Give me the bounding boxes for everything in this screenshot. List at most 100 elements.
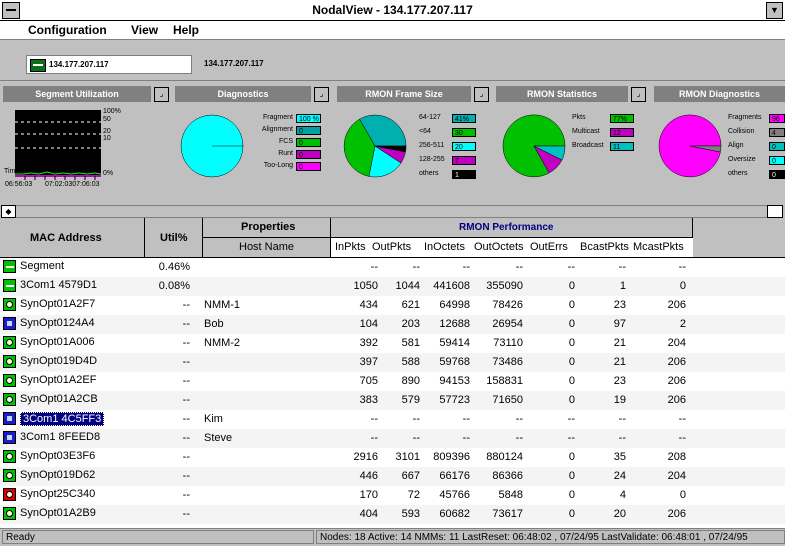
util-value: -- — [182, 356, 190, 368]
scroll-left-button[interactable]: ◆ — [1, 205, 16, 218]
bcast-value: -- — [618, 261, 626, 273]
mac-address: SynOpt0124A4 — [20, 317, 95, 329]
table-row[interactable]: SynOpt25C340 -- 170 72 45766 5848 0 4 0 — [0, 486, 785, 505]
table-row[interactable]: SynOpt01A2B9 -- 404 593 60682 73617 0 20 206 — [0, 505, 785, 524]
legend-align: Align 0 — [728, 142, 785, 152]
table-row[interactable]: SynOpt01A006 -- NMM-2 392 581 59414 73110 0 21 20… — [0, 334, 785, 353]
scroll-track[interactable] — [16, 205, 767, 218]
outerrs-value: 0 — [568, 356, 575, 368]
legend-256-511: 256-511 20 — [419, 142, 489, 152]
rmon-statistics-panel: RMON Statistics ⌟ Pkts 77% Multicast 12 … — [496, 86, 648, 193]
menu-bar: Configuration View Help — [0, 21, 785, 40]
table-row[interactable]: 3Com1 8FEED8 -- Steve -- -- -- -- -- -- -- — [0, 429, 785, 448]
bcast-value: 4 — [619, 489, 626, 501]
mac-address: SynOpt01A2F7 — [20, 298, 96, 310]
col-outoctets-header[interactable]: OutOctets — [474, 241, 524, 253]
col-host-header[interactable]: Host Name — [203, 238, 331, 258]
col-inoctets-header[interactable]: InOctets — [424, 241, 465, 253]
status-info: Nodes: 18 Active: 14 NMMs: 11 LastReset:… — [316, 530, 785, 544]
outoctets-value: 5848 — [498, 489, 523, 501]
outoctets-value: 158831 — [486, 375, 523, 387]
table-row[interactable]: SynOpt019D62 -- 446 667 66176 86366 0 24 204 — [0, 467, 785, 486]
outoctets-value: -- — [515, 261, 523, 273]
rmon-diagnostics-title: RMON Diagnostics — [654, 86, 785, 102]
menu-configuration[interactable]: Configuration — [28, 23, 107, 37]
outerrs-value: 0 — [568, 375, 575, 387]
outoctets-value: 71650 — [492, 394, 523, 406]
table-row[interactable]: SynOpt01A2EF -- 705 890 94153 158831 0 23 206 — [0, 372, 785, 391]
utilization-graph: 100% 50 20 10 0% Time 06:56:03 07:02:030… — [3, 104, 168, 193]
util-value: 0.46% — [158, 261, 190, 273]
outpkts-value: 890 — [401, 375, 420, 387]
outoctets-value: -- — [515, 432, 523, 444]
y-tick-20: 20 — [103, 128, 111, 135]
statistics-pie — [502, 114, 566, 178]
table-row[interactable]: SynOpt01A2CB -- 383 579 57723 71650 0 19 206 — [0, 391, 785, 410]
outerrs-value: -- — [567, 261, 575, 273]
node-selector[interactable]: 134.177.207.117 — [26, 55, 192, 74]
table-row[interactable]: SynOpt0124A4 -- Bob 104 203 12688 26954 0 97 2 — [0, 315, 785, 334]
inoctets-value: 59414 — [439, 337, 470, 349]
properties-header: Properties — [203, 218, 331, 238]
expand-icon[interactable]: ⌟ — [154, 87, 169, 102]
table-row[interactable]: SynOpt019D4D -- 397 588 59768 73486 0 21 206 — [0, 353, 785, 372]
expand-icon[interactable]: ⌟ — [314, 87, 329, 102]
table-row[interactable]: 3Com1 4579D1 0.08% 1050 1044 441608 355090 0 1 0 — [0, 277, 785, 296]
inoctets-value: 441608 — [433, 280, 470, 292]
legend-too-long: Too-Long 0 — [253, 162, 331, 172]
mcast-value: 204 — [667, 337, 686, 349]
mac-address: SynOpt01A2EF — [20, 374, 97, 386]
mac-address: SynOpt03E3F6 — [20, 450, 96, 462]
segment-utilization-panel: Segment Utilization ⌟ 100% 50 20 10 0% T… — [3, 86, 169, 193]
outpkts-value: 588 — [401, 356, 420, 368]
horizontal-scrollbar[interactable]: ◆ — [0, 205, 785, 218]
rmon-statistics-body: Pkts 77% Multicast 12 Broadcast 11 — [496, 104, 648, 193]
mac-address: SynOpt01A2CB — [20, 393, 98, 405]
col-util-header[interactable]: Util% — [145, 218, 203, 258]
legend-128-255: 128-255 7 — [419, 156, 489, 166]
table-row[interactable]: 3Com1 4C5FF3 -- Kim -- -- -- -- -- -- -- — [0, 410, 785, 429]
y-tick-100: 100% — [103, 108, 121, 115]
menu-view[interactable]: View — [131, 23, 158, 37]
outpkts-value: -- — [412, 413, 420, 425]
inoctets-value: -- — [462, 261, 470, 273]
mac-address: 3Com1 8FEED8 — [20, 431, 101, 443]
expand-icon[interactable]: ⌟ — [474, 87, 489, 102]
util-value: -- — [182, 337, 190, 349]
col-inpkts-header[interactable]: InPkts — [335, 241, 366, 253]
mac-address: SynOpt25C340 — [20, 488, 96, 500]
outpkts-value: 593 — [401, 508, 420, 520]
util-value: -- — [182, 413, 190, 425]
legend-oversize: Oversize 0 — [728, 156, 785, 166]
outerrs-value: 0 — [568, 394, 575, 406]
menu-help[interactable]: Help — [173, 23, 199, 37]
legend-64-127: 64-127 41% — [419, 114, 489, 124]
mac-address: SynOpt01A006 — [20, 336, 95, 348]
minimize-button[interactable]: ▼ — [766, 2, 783, 19]
outoctets-value: 73110 — [493, 337, 523, 349]
scroll-thumb[interactable] — [767, 205, 783, 218]
table-row[interactable]: Segment 0.46% -- -- -- -- -- -- -- — [0, 258, 785, 277]
expand-icon[interactable]: ⌟ — [631, 87, 646, 102]
diagnostics-body: Fragment 100 % Alignment 0 FCS 0 Runt 0 … — [175, 104, 331, 193]
y-tick-50: 50 — [103, 116, 111, 123]
mcast-value: 0 — [679, 489, 686, 501]
host-name: Kim — [204, 413, 223, 425]
col-bcastpkts-header[interactable]: BcastPkts — [580, 241, 629, 253]
table-row[interactable]: SynOpt01A2F7 -- NMM-1 434 621 64998 78426 0 23 20… — [0, 296, 785, 315]
bcast-value: 24 — [613, 470, 626, 482]
table-row[interactable]: SynOpt03E3F6 -- 2916 3101 809396 880124 0 35 208 — [0, 448, 785, 467]
col-outpkts-header[interactable]: OutPkts — [372, 241, 411, 253]
mac-address: Segment — [20, 260, 65, 272]
col-mac-header[interactable]: MAC Address — [0, 218, 145, 258]
util-value: -- — [182, 489, 190, 501]
bcast-value: -- — [618, 413, 626, 425]
rmon-frame-size-panel: RMON Frame Size ⌟ 64-127 41% <64 30 256-… — [337, 86, 490, 193]
status-bar: Ready Nodes: 18 Active: 14 NMMs: 11 Last… — [0, 528, 785, 546]
util-value: -- — [182, 432, 190, 444]
outoctets-value: 78426 — [492, 299, 523, 311]
host-name: Bob — [204, 318, 224, 330]
mcast-value: 206 — [667, 356, 686, 368]
col-mcastpkts-header[interactable]: McastPkts — [633, 241, 684, 253]
col-outerrs-header[interactable]: OutErrs — [530, 241, 568, 253]
